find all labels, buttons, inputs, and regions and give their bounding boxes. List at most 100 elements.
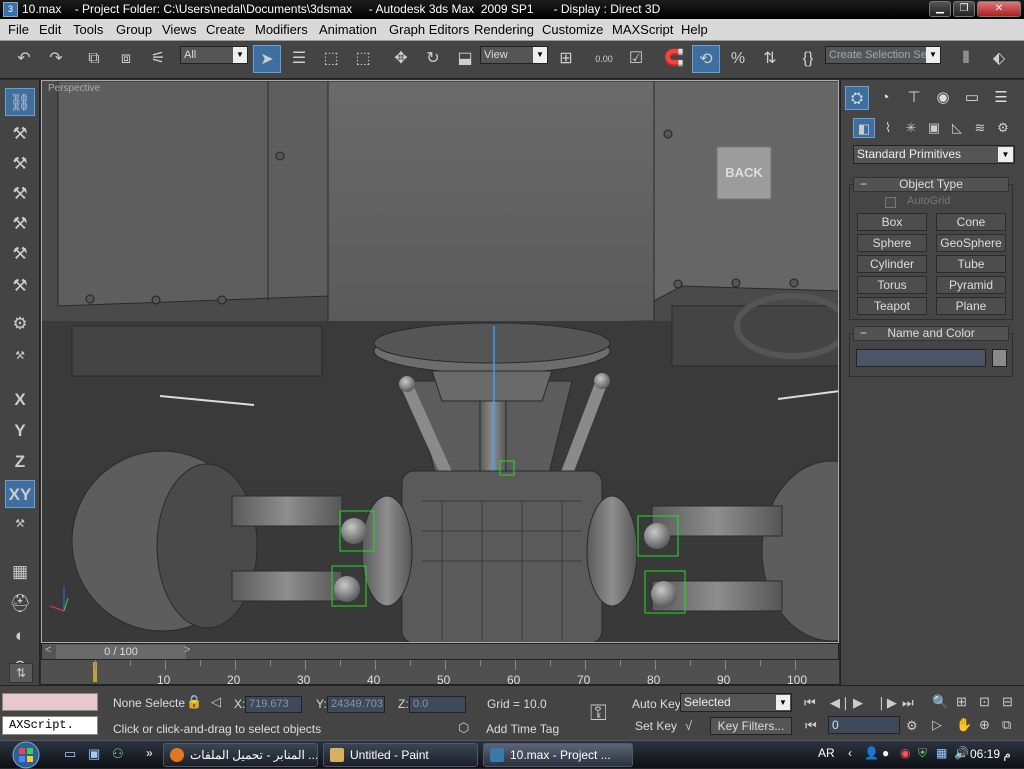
menu-rendering[interactable]: Rendering [474,22,534,37]
scale-icon[interactable]: ⬓ [451,45,479,73]
menu-maxscript[interactable]: MAXScript [612,22,673,37]
task-paint[interactable]: Untitled - Paint [323,743,478,767]
time-slider[interactable]: < 0 / 100 > [41,643,839,660]
select-object-icon[interactable]: ➤ [253,45,281,73]
select-link-icon[interactable]: ⛓ [5,88,35,116]
tool-icon-xy-2[interactable]: ⚒ [5,510,35,538]
geometry-icon[interactable]: ◧ [853,118,875,138]
switch-windows-icon[interactable]: ⚇ [112,746,124,762]
previous-frame-icon[interactable]: ◀❘ [830,695,851,711]
hierarchy-tab-icon[interactable]: ⊤ [902,86,926,110]
curly-braces-icon[interactable]: {} [794,45,822,73]
curve-icon[interactable]: √ [685,718,692,733]
named-selection-dropdown[interactable]: Create Selection Se ▼ [825,46,941,64]
object-color-swatch[interactable] [992,349,1007,367]
autogrid-checkbox[interactable] [885,197,896,208]
maxscript-listener-output[interactable] [2,693,98,711]
align-icon[interactable]: ⬖ [985,45,1013,73]
pan-icon[interactable]: ✋ [956,717,972,733]
sphere-button[interactable]: Sphere [857,234,927,252]
z-coordinate-field[interactable]: 0.0 [409,696,466,713]
key-filters-button[interactable]: Key Filters... [710,717,792,735]
start-button-icon[interactable] [6,741,46,769]
set-key-button[interactable]: Set Key [635,719,677,733]
task-3dsmax[interactable]: 10.max - Project ... [483,743,633,767]
next-frame-button-icon[interactable]: ❘▶ [876,695,897,711]
tool-icon-2[interactable]: ⚒ [5,120,35,148]
orbit-icon[interactable]: ⊕ [979,717,990,733]
menu-file[interactable]: File [8,22,29,37]
teapot-button[interactable]: Teapot [857,297,927,315]
more-icon[interactable]: » [146,746,153,760]
play-icon[interactable]: ▶ [853,695,863,711]
time-config-icon[interactable]: ⚙ [906,718,918,734]
menu-animation[interactable]: Animation [319,22,377,37]
minimize-button[interactable]: ▁ [929,1,951,17]
show-desktop-icon[interactable]: ▭ [64,746,76,762]
redo-icon[interactable]: ↷ [42,45,70,73]
tool-icon-5[interactable]: ⚒ [5,210,35,238]
tool-icon-4[interactable]: ⚒ [5,180,35,208]
key-mode-toggle-icon[interactable]: ⏮ [805,718,817,734]
zoom-all-icon[interactable]: ⊞ [956,694,967,710]
absolute-mode-icon[interactable]: ◁ [211,694,221,710]
axis-x-button[interactable]: X [5,386,35,414]
pivot-center-icon[interactable]: ⊞ [552,45,580,73]
app-icon[interactable]: 3 [3,2,18,17]
volume-icon[interactable]: 🔊 [954,746,969,760]
object-name-field[interactable] [856,349,986,367]
menu-create[interactable]: Create [206,22,245,37]
add-time-tag[interactable]: Add Time Tag [486,722,559,736]
snaps-toggle-icon[interactable]: 🧲 [660,45,688,73]
mirror-icon[interactable]: ⫴ [952,45,980,73]
tube-button[interactable]: Tube [936,255,1006,273]
move-icon[interactable]: ✥ [387,45,415,73]
zoom-extents-icon[interactable]: ⊡ [979,694,990,710]
window-crossing-icon[interactable]: ⬚ [349,45,377,73]
menu-tools[interactable]: Tools [73,22,103,37]
bind-space-warp-icon[interactable]: ⚟ [144,45,172,73]
zoom-icon[interactable]: 🔍 [932,694,948,710]
user-icon[interactable]: 👤 [864,746,879,760]
antivirus-icon[interactable]: ◉ [900,746,910,760]
edit-named-selection-icon[interactable]: ☑ [622,45,650,73]
shapes-icon[interactable]: ⌇ [877,118,899,138]
security-icon[interactable]: ⛨ [918,746,927,761]
angle-snap-icon[interactable]: ⟲ [692,45,720,73]
utilities-tab-icon[interactable]: ☰ [989,86,1013,110]
menu-customize[interactable]: Customize [542,22,603,37]
menu-group[interactable]: Group [116,22,152,37]
set-key-icon[interactable]: ⚿ [590,700,607,726]
close-button[interactable]: ✕ [977,1,1021,17]
x-coordinate-field[interactable]: 719.673 [245,696,302,713]
spinner-snap-toggle-icon[interactable]: ⇅ [756,45,784,73]
geosphere-button[interactable]: GeoSphere [936,234,1006,252]
box-button[interactable]: Box [857,213,927,231]
menu-modifiers[interactable]: Modifiers [255,22,308,37]
go-to-end-icon[interactable]: ⏭ [902,695,914,711]
undo-icon[interactable]: ↶ [10,45,38,73]
go-to-start-icon[interactable]: ⏮ [804,695,816,711]
mini-curve-editor-icon[interactable]: ⇅ [9,663,33,683]
maxscript-listener-input[interactable]: AXScript. [2,716,98,735]
next-frame-icon[interactable]: > [184,644,190,656]
rectangular-selection-icon[interactable]: ⬚ [317,45,345,73]
unlink-icon[interactable]: ⧈ [112,45,140,73]
link-icon[interactable]: ⧉ [80,45,108,73]
task-firefox[interactable]: المنابر - تحميل الملفات ... [163,743,318,767]
space-warps-icon[interactable]: ≋ [969,118,991,138]
object-type-header[interactable]: − Object Type [853,177,1009,192]
zoom-extents-all-icon[interactable]: ⊟ [1002,694,1013,710]
primitives-dropdown[interactable]: Standard Primitives ▼ [853,145,1015,164]
percent-snap-icon[interactable]: % [724,45,752,73]
axis-z-button[interactable]: Z [5,448,35,476]
tool-icon-8[interactable]: ⚙ [5,310,35,338]
plane-button[interactable]: Plane [936,297,1006,315]
tool-icon-7[interactable]: ⚒ [5,272,35,300]
cone-button[interactable]: Cone [936,213,1006,231]
name-color-header[interactable]: − Name and Color [853,326,1009,341]
clock[interactable]: 06:19 م [970,747,1011,761]
menu-graph-editors[interactable]: Graph Editors [389,22,469,37]
lights-icon[interactable]: ✳ [900,118,922,138]
tool-icon-12[interactable]: ◐ [5,622,35,650]
